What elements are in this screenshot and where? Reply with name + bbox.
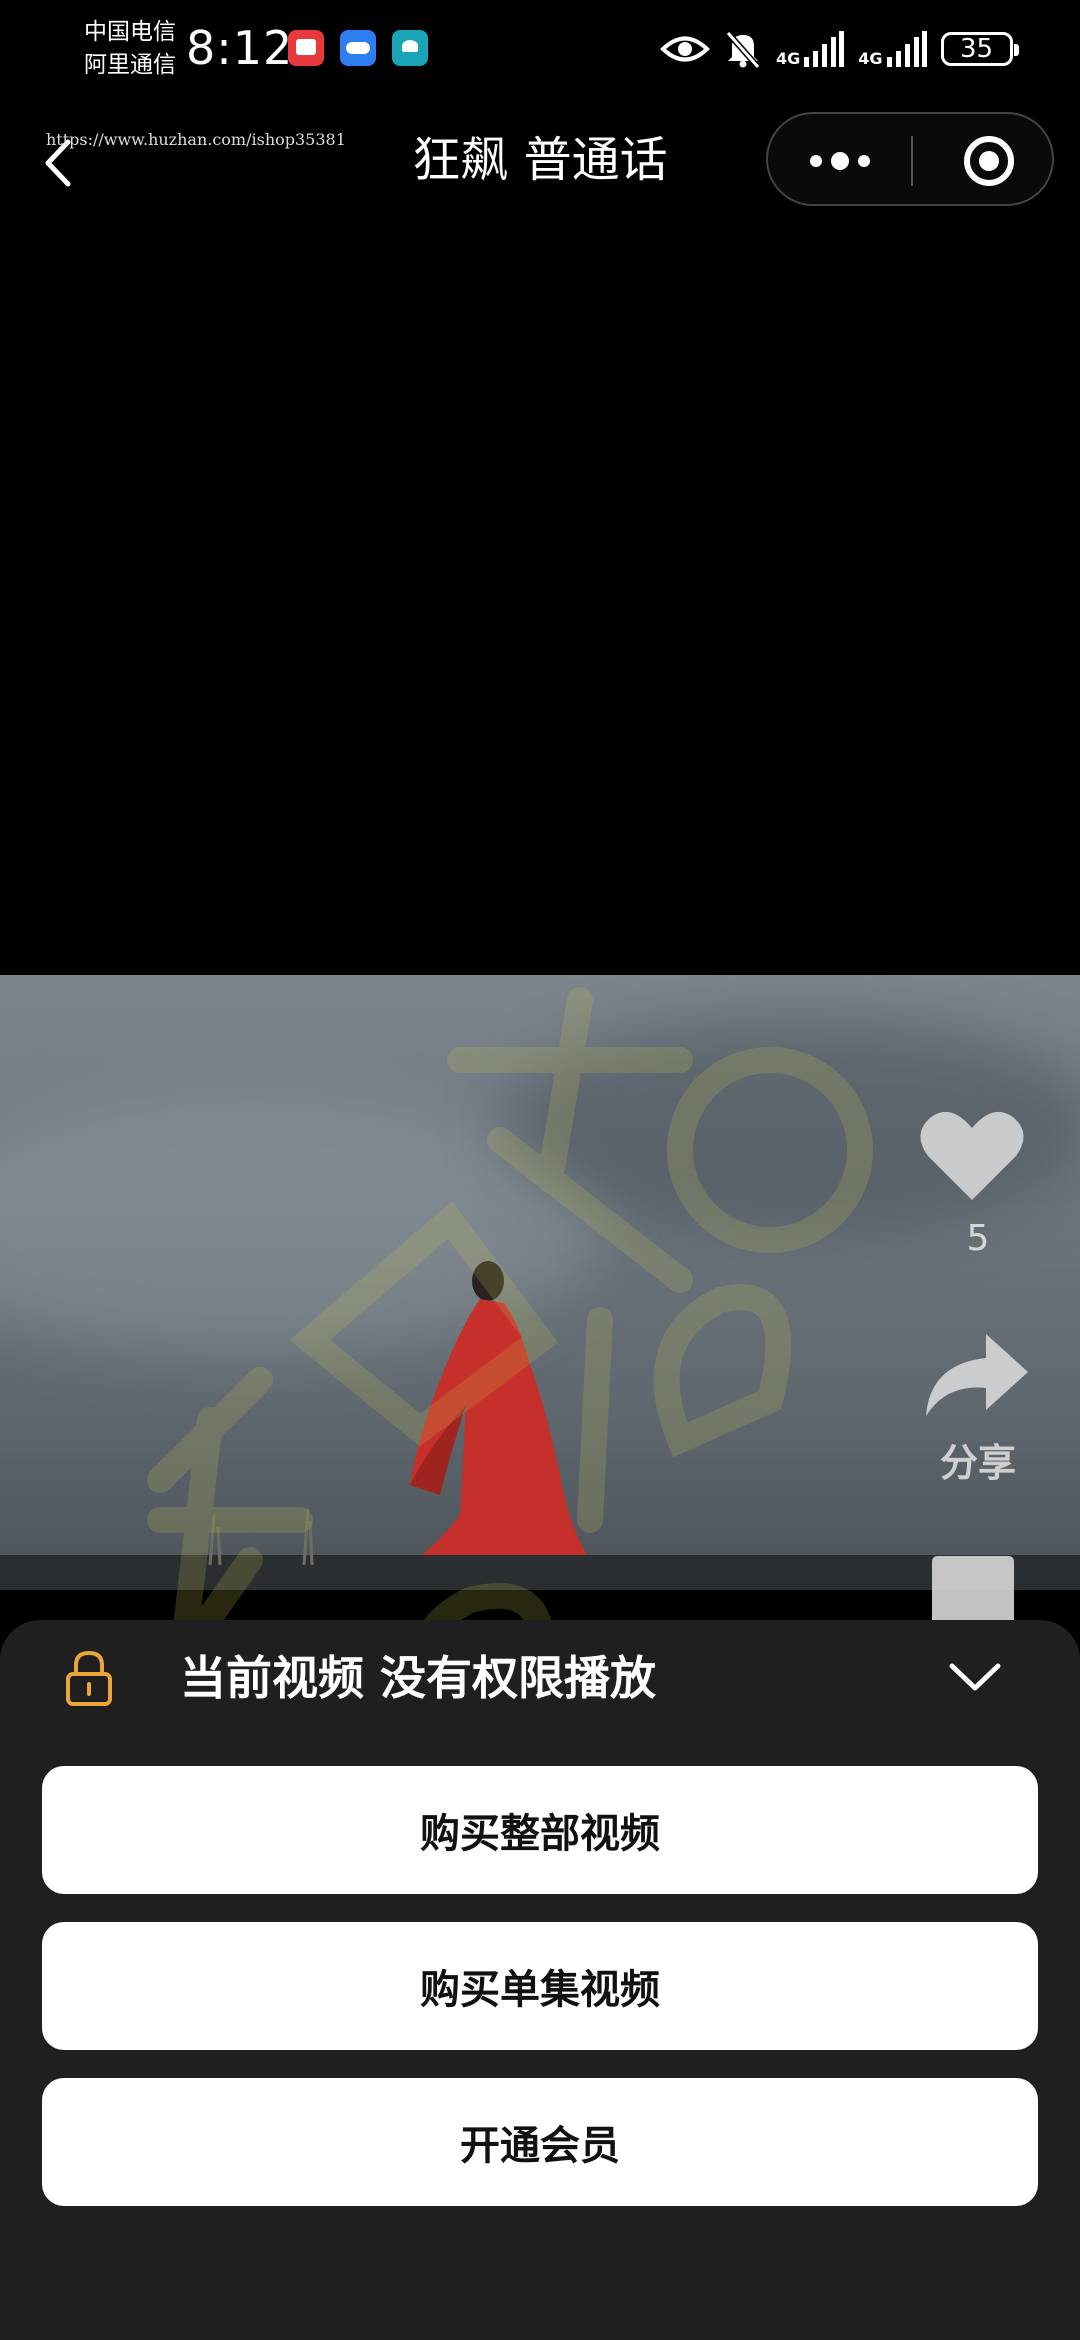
carrier-1: 中国电信 <box>84 19 176 45</box>
signal-bars-icon <box>886 31 927 67</box>
buy-single-episode-button[interactable]: 购买单集视频 <box>42 1922 1038 2050</box>
lock-icon <box>66 1650 112 1706</box>
buy-full-series-button[interactable]: 购买整部视频 <box>42 1766 1038 1894</box>
like-count: 5 <box>966 1218 990 1259</box>
network-type-1: 4G <box>776 49 801 68</box>
cloud-app-icon <box>340 30 376 66</box>
share-arrow-icon[interactable] <box>924 1334 1028 1418</box>
share-label[interactable]: 分享 <box>920 1432 1036 1487</box>
notes-app-icon <box>288 30 324 66</box>
activate-membership-button[interactable]: 开通会员 <box>42 2078 1038 2206</box>
bookmark-icon[interactable] <box>932 1556 1014 1620</box>
more-dots-icon[interactable] <box>806 144 874 178</box>
battery-indicator: 35 <box>940 32 1019 66</box>
mini-program-capsule <box>766 112 1054 206</box>
status-time: 8:12 <box>186 21 294 75</box>
battery-level: 35 <box>959 34 994 64</box>
bell-muted-icon <box>725 31 761 69</box>
no-permission-message: 当前视频 没有权限播放 <box>180 1651 657 1705</box>
signal-bars-icon <box>804 31 845 67</box>
chevron-down-icon[interactable] <box>948 1660 1002 1694</box>
huawei-app-icon <box>392 30 428 66</box>
carrier-2: 阿里通信 <box>84 52 176 78</box>
close-miniprogram-icon[interactable] <box>962 134 1016 188</box>
signal-1: 4G <box>776 31 845 68</box>
status-right-icons: 4G 4G 35 <box>660 26 1019 72</box>
signal-2: 4G <box>858 31 927 68</box>
carrier-labels: 中国电信 阿里通信 <box>84 16 176 82</box>
eye-icon <box>660 36 710 62</box>
network-type-2: 4G <box>858 49 883 68</box>
like-heart-icon[interactable] <box>918 1108 1026 1204</box>
capsule-divider <box>911 136 913 186</box>
